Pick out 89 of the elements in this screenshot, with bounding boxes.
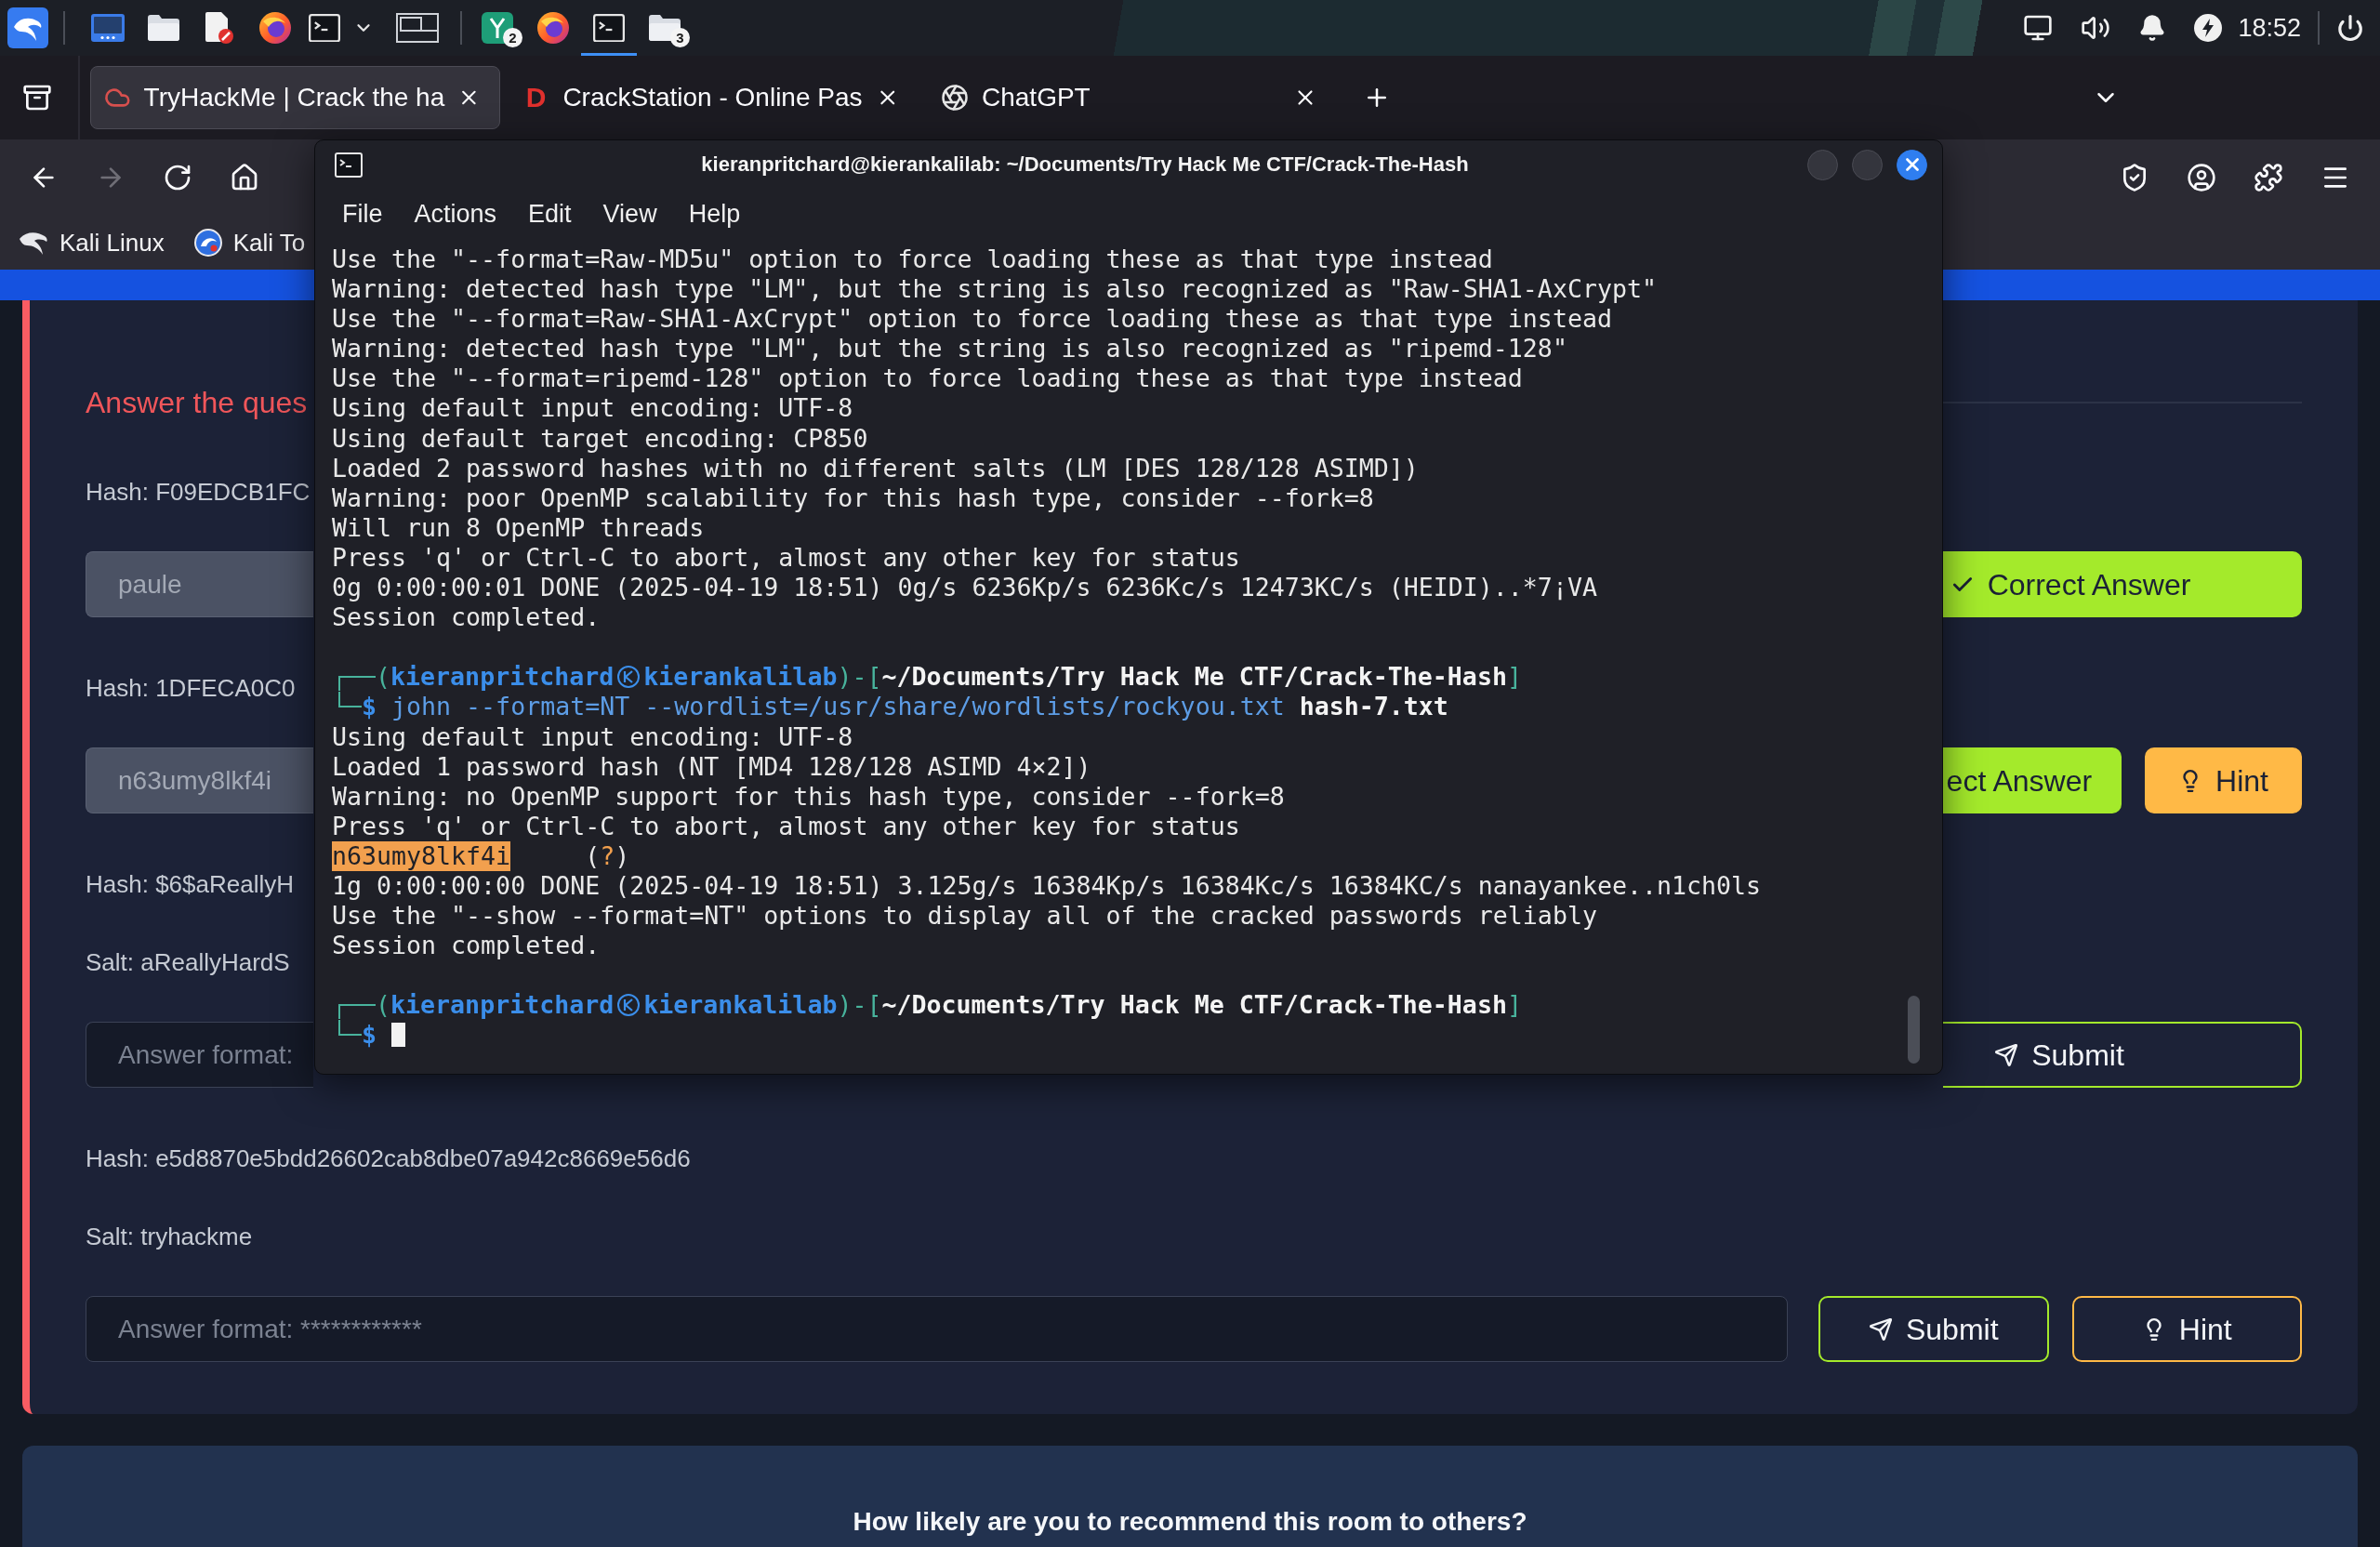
question-text: Salt: tryhackme xyxy=(86,1222,253,1252)
archive-box-icon[interactable] xyxy=(22,83,52,112)
workspace-icon[interactable] xyxy=(396,13,439,43)
menu-item[interactable]: Help xyxy=(672,193,757,234)
close-button[interactable] xyxy=(1897,149,1927,180)
terminal-line: Loaded 1 password hash (NT [MD4 128/128 ASIMD 4×2]) xyxy=(332,751,1091,782)
menu-item[interactable]: Edit xyxy=(512,193,588,234)
app-menu-button[interactable] xyxy=(7,7,48,48)
prompt-user: (kieranpritchard xyxy=(376,990,615,1021)
circle-symbol-icon xyxy=(617,666,641,689)
clock: 18:52 xyxy=(2238,13,2301,44)
terminal-line: Use the "--show --format=NT" options to display all of the cracked passwords reliably xyxy=(332,901,1597,932)
bookmark-link[interactable]: Kali To xyxy=(193,229,306,257)
question-text: Hash: e5d8870e5bdd26602cab8dbe07a942c8669e56d6 xyxy=(86,1144,691,1174)
correct-answer-button[interactable]: Correct Answer xyxy=(1943,551,2302,617)
menu-item[interactable]: File xyxy=(326,193,399,234)
question-text: Hash: $6$aReallyH xyxy=(86,869,294,900)
feedback-question: How likely are you to recommend this room to others? xyxy=(853,1506,1527,1538)
answer-field[interactable]: Answer format: ************ xyxy=(86,1296,1788,1362)
terminal-line: Using default input encoding: UTF-8 xyxy=(332,393,853,424)
count-badge: 2 xyxy=(503,28,522,47)
favicon-letter: D xyxy=(524,84,548,112)
question-text: Salt: aReallyHardS xyxy=(86,947,290,978)
send-icon xyxy=(1994,1042,2019,1067)
hint-button[interactable]: Hint xyxy=(2071,1296,2302,1362)
cracked-user: (?) xyxy=(585,840,630,871)
terminal-line: Session completed. xyxy=(332,602,601,633)
emblem-icon xyxy=(193,229,222,257)
terminal-line: Use the "--format=Raw-MD5u" option to force loading these as that type instead xyxy=(332,245,1493,275)
reload-icon[interactable] xyxy=(163,163,192,192)
terminal-line: Will run 8 OpenMP threads xyxy=(332,512,705,543)
submit-button[interactable]: Submit xyxy=(1818,1296,2049,1362)
terminal-line: Warning: poor OpenMP scalability for this hash type, consider --fork=8 xyxy=(332,483,1374,513)
terminal-line: Press 'q' or Ctrl-C to abort, almost any other key for status xyxy=(332,542,1240,574)
question-text: Hash: F09EDCB1FC xyxy=(86,477,311,508)
globe-icon[interactable] xyxy=(537,12,569,44)
terminal-icon[interactable] xyxy=(308,13,340,43)
answer-field[interactable]: Answer format: xyxy=(86,1022,313,1088)
cracked-password: n63umy8lkf4i xyxy=(332,840,511,871)
desktop-icon[interactable] xyxy=(91,14,125,42)
terminal-line: Use the "--format=Raw-SHA1-AxCrypt" option to force loading these as that type instead xyxy=(332,304,1612,335)
bookmark-link[interactable]: Kali Linux xyxy=(19,230,165,256)
correct-answer-button[interactable]: ect Answer xyxy=(1943,747,2122,813)
browser-tab[interactable]: ChatGPT xyxy=(927,66,1337,129)
folder-icon[interactable] xyxy=(148,15,179,41)
aperture-icon xyxy=(941,84,969,112)
terminal-line: Warning: no OpenMP support for this hash type, consider --fork=8 xyxy=(332,781,1285,812)
scrollbar-thumb[interactable] xyxy=(1908,996,1920,1064)
terminal-line: Use the "--format=ripemd-128" option to force loading these as that type instead xyxy=(332,364,1523,394)
terminal-line: Using default input encoding: UTF-8 xyxy=(332,721,853,752)
terminal-line: Loaded 2 password hashes with no different salts (LM [DES 128/128 ASIMD]) xyxy=(332,453,1419,483)
terminal-line: Session completed. xyxy=(332,931,601,961)
section-heading: Answer the ques xyxy=(86,385,308,421)
account-icon[interactable] xyxy=(2187,163,2216,192)
document-icon[interactable] xyxy=(205,12,233,44)
terminal-icon xyxy=(335,152,363,178)
terminal-line: Warning: detected hash type "LM", but the string is also recognized as "Raw-SHA1-AxCrypt" xyxy=(332,274,1657,305)
submit-button[interactable]: Submit xyxy=(1943,1022,2302,1088)
hint-button[interactable]: Hint xyxy=(2145,747,2302,813)
menu-item[interactable]: View xyxy=(587,193,673,234)
browser-tab[interactable]: D CrackStation - Online Pas xyxy=(509,66,919,129)
command-line: $ john --format=NT --wordlist=/usr/share/wordlists/rockyou.txt hash-7.txt xyxy=(362,692,1448,722)
prompt-sign: $ xyxy=(362,1020,377,1051)
globe-icon[interactable] xyxy=(259,12,291,44)
taskbar-window-button[interactable]: 3 xyxy=(637,0,693,56)
bolt-circle-icon[interactable] xyxy=(2194,14,2223,42)
question-text: Hash: 1DFECA0C0 xyxy=(86,673,296,704)
prompt-user: (kieranpritchard xyxy=(376,662,615,693)
send-icon xyxy=(1868,1316,1893,1342)
text-cursor-icon xyxy=(391,1023,406,1048)
terminal-line: Warning: detected hash type "LM", but the string is also recognized as "ripemd-128" xyxy=(332,334,1567,364)
terminal-line: 0g 0:00:00:01 DONE (2025-04-19 18:51) 0g/s 6236Kp/s 6236Kc/s 12473KC/s (HEIDI)..*7¡VA xyxy=(332,573,1597,603)
browser-tab[interactable]: TryHackMe | Crack the ha xyxy=(90,66,500,129)
terminal-line: 1g 0:00:00:00 DONE (2025-04-19 18:51) 3.125g/s 16384Kp/s 16384Kc/s 16384KC/s nanayankee..n1ch0ls xyxy=(332,870,1762,902)
power-icon[interactable] xyxy=(2336,14,2364,42)
terminal-line: Press 'q' or Ctrl-C to abort, almost any other key for status xyxy=(332,811,1240,841)
terminal-line: Using default target encoding: CP850 xyxy=(332,423,868,454)
puzzle-icon[interactable] xyxy=(2254,163,2283,192)
count-badge: 3 xyxy=(670,28,690,47)
swoosh-icon xyxy=(19,230,48,256)
window-title: kieranpritchard@kierankalilab: ~/Documents/Try Hack Me CTF/Crack-The-Hash xyxy=(701,154,1469,175)
terminal-icon xyxy=(593,13,625,43)
taskbar-window-button[interactable]: 2 xyxy=(469,0,525,56)
prompt-location: kierankalilab)-[~/Documents/Try Hack Me CTF/Crack-The-Hash] xyxy=(643,662,1522,693)
monitor-icon[interactable] xyxy=(2023,13,2054,43)
prompt-location: kierankalilab)-[~/Documents/Try Hack Me CTF/Crack-The-Hash] xyxy=(643,990,1522,1021)
circle-symbol-icon xyxy=(617,994,641,1017)
home-icon[interactable] xyxy=(230,163,259,192)
menu-item[interactable]: Actions xyxy=(398,193,513,234)
